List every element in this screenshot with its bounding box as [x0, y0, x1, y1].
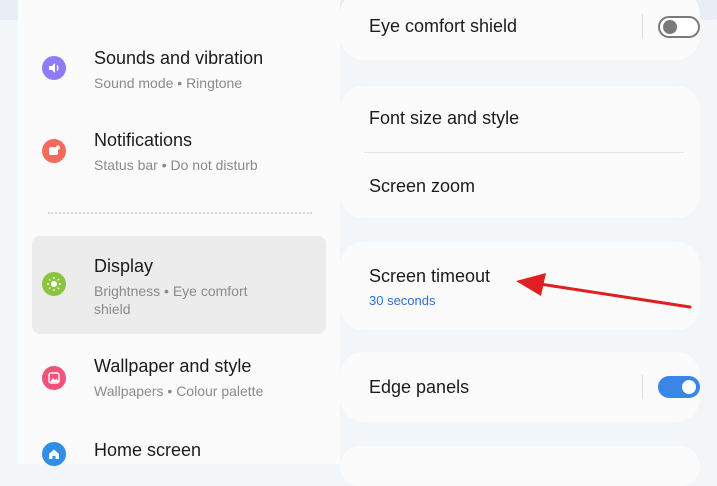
annotation-arrow: [516, 273, 692, 309]
